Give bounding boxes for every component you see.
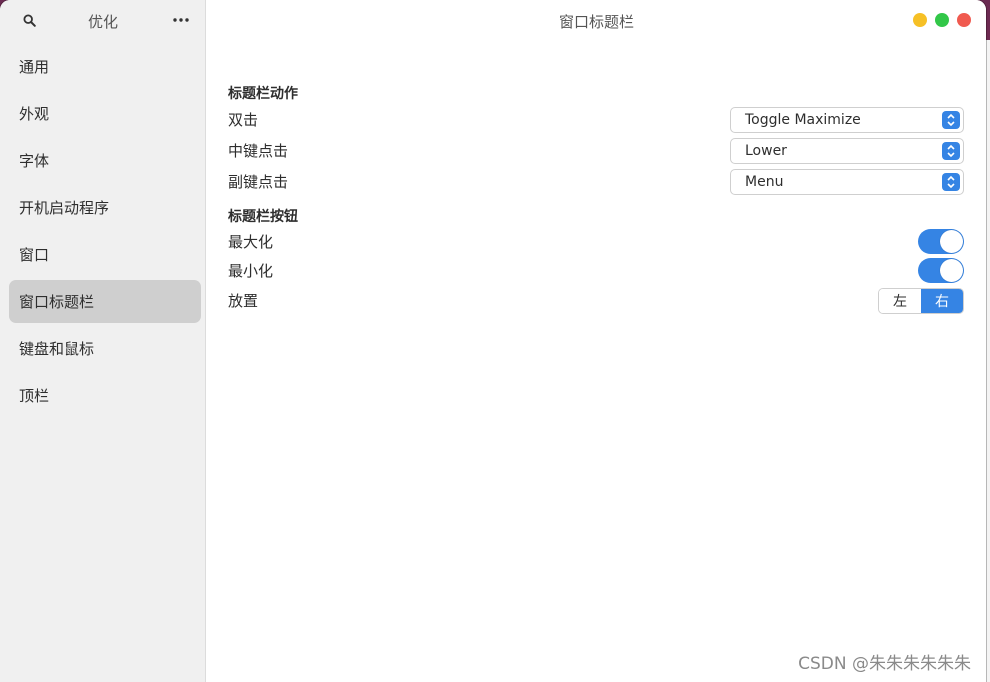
placement-left-button[interactable]: 左 [879, 288, 921, 313]
secondary-click-select[interactable]: Menu [730, 168, 964, 195]
sidebar-item-label: 开机启动程序 [19, 199, 110, 217]
setting-label: 放置 [228, 292, 259, 310]
main-header: 窗口标题栏 [207, 0, 986, 40]
setting-row-secondary-click: 副键点击 Menu [228, 166, 964, 197]
updown-arrows-icon [942, 141, 960, 160]
toggle-knob [940, 230, 963, 253]
window-controls [913, 13, 971, 27]
sidebar-item-startup-apps[interactable]: 开机启动程序 [9, 186, 201, 229]
main-panel: 窗口标题栏 标题栏动作 双击 Toggle Maximize 中键点击 Lowe… [207, 0, 986, 682]
sidebar-item-windows[interactable]: 窗口 [9, 233, 201, 276]
setting-row-double-click: 双击 Toggle Maximize [228, 104, 964, 135]
sidebar-nav: 通用 外观 字体 开机启动程序 窗口 窗口标题栏 键盘和鼠标 顶栏 [0, 45, 206, 421]
select-value: Menu [745, 173, 784, 190]
updown-arrows-icon [942, 172, 960, 191]
toggle-knob [940, 259, 963, 282]
page-title: 窗口标题栏 [558, 13, 634, 31]
sidebar-item-window-titlebars[interactable]: 窗口标题栏 [9, 280, 201, 323]
watermark-text: CSDN @朱朱朱朱朱朱 [798, 654, 971, 674]
sidebar-item-appearance[interactable]: 外观 [9, 92, 201, 135]
sidebar-item-label: 窗口标题栏 [19, 293, 95, 311]
tweaks-window: 优化 通用 外观 字体 开机启动程序 窗口 窗口标题栏 键盘和鼠标 顶栏 窗口标… [0, 0, 986, 682]
setting-row-minimize: 最小化 [228, 256, 964, 285]
minimize-toggle[interactable] [918, 258, 964, 283]
minimize-window-button[interactable] [913, 13, 927, 27]
select-value: Toggle Maximize [745, 111, 861, 128]
setting-label: 副键点击 [228, 173, 289, 191]
maximize-window-button[interactable] [935, 13, 949, 27]
sidebar-item-label: 窗口 [19, 246, 50, 264]
sidebar-item-label: 顶栏 [19, 387, 50, 405]
setting-row-middle-click: 中键点击 Lower [228, 135, 964, 166]
placement-segmented-control: 左 右 [878, 287, 964, 314]
placement-right-button[interactable]: 右 [921, 288, 963, 313]
sidebar-item-top-bar[interactable]: 顶栏 [9, 374, 201, 417]
select-value: Lower [745, 142, 787, 159]
more-options-icon [173, 18, 189, 22]
sidebar-item-label: 字体 [19, 152, 50, 170]
section-title-actions: 标题栏动作 [228, 86, 298, 102]
sidebar-item-label: 通用 [19, 58, 50, 76]
setting-label: 中键点击 [228, 142, 289, 160]
double-click-select[interactable]: Toggle Maximize [730, 106, 964, 133]
middle-click-select[interactable]: Lower [730, 137, 964, 164]
setting-row-maximize: 最大化 [228, 227, 964, 256]
setting-label: 最小化 [228, 262, 274, 280]
menu-button[interactable] [168, 10, 194, 30]
maximize-toggle[interactable] [918, 229, 964, 254]
setting-row-placement: 放置 左 右 [228, 285, 964, 316]
setting-label: 双击 [228, 111, 259, 129]
section-title-buttons: 标题栏按钮 [228, 209, 298, 225]
sidebar-item-general[interactable]: 通用 [9, 45, 201, 88]
setting-label: 最大化 [228, 233, 274, 251]
sidebar-item-keyboard-mouse[interactable]: 键盘和鼠标 [9, 327, 201, 370]
sidebar-header: 优化 [0, 0, 205, 40]
sidebar-item-label: 键盘和鼠标 [19, 340, 95, 358]
sidebar-item-fonts[interactable]: 字体 [9, 139, 201, 182]
settings-content: 标题栏动作 双击 Toggle Maximize 中键点击 Lower 副键点击… [228, 84, 964, 316]
sidebar: 优化 通用 外观 字体 开机启动程序 窗口 窗口标题栏 键盘和鼠标 顶栏 [0, 0, 206, 682]
close-window-button[interactable] [957, 13, 971, 27]
sidebar-item-label: 外观 [19, 105, 50, 123]
updown-arrows-icon [942, 110, 960, 129]
